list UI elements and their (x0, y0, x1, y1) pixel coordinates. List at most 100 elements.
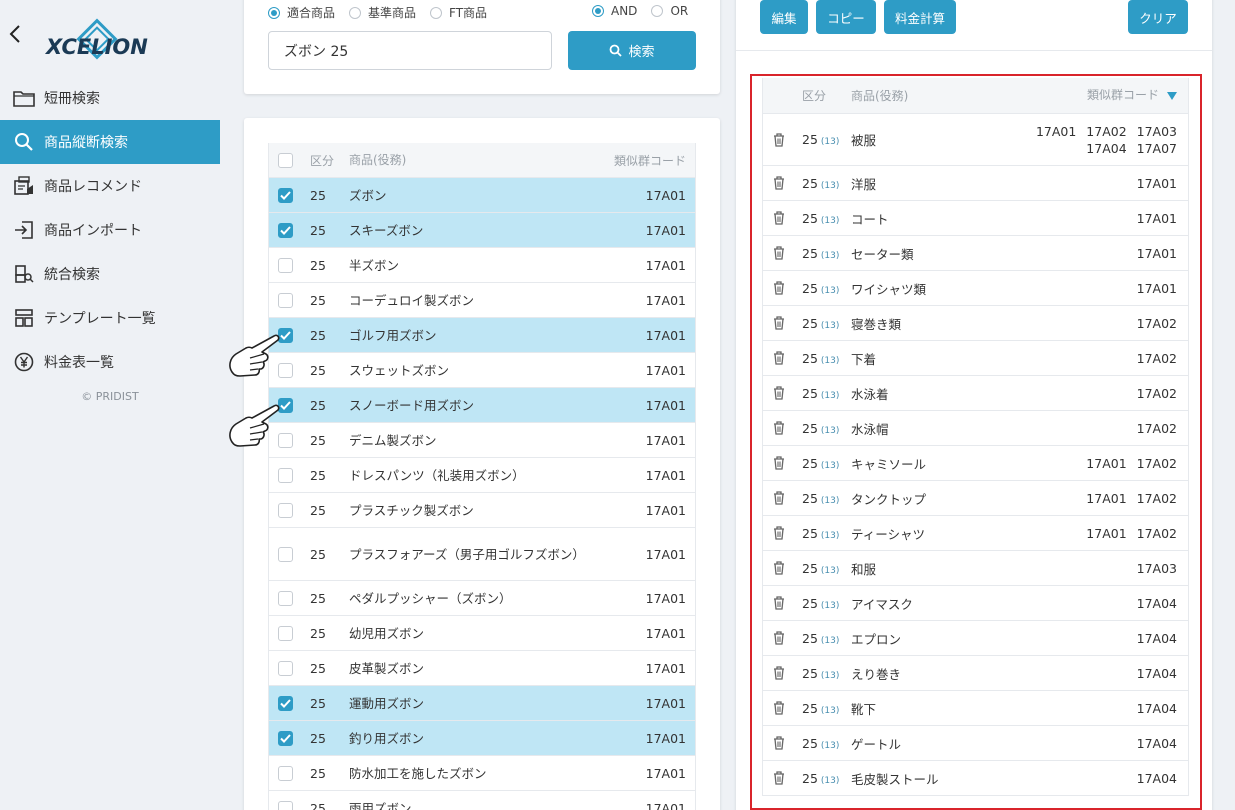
row-checkbox[interactable] (277, 222, 293, 238)
radio-option[interactable]: OR (651, 4, 688, 18)
delete-icon[interactable] (763, 771, 795, 785)
row-checkbox[interactable] (277, 502, 293, 518)
radio-option[interactable]: 基準商品 (349, 4, 416, 21)
table-row[interactable]: 25 ドレスパンツ（礼装用ズボン） 17A01 (269, 458, 695, 493)
delete-icon[interactable] (763, 631, 795, 645)
row-code: 17A04 (1136, 700, 1177, 716)
row-checkbox[interactable] (277, 546, 293, 562)
row-checkbox[interactable] (277, 257, 293, 273)
row-class: 25 (802, 560, 818, 576)
row-code: 17A01 (1136, 210, 1177, 226)
row-checkbox[interactable] (277, 292, 293, 308)
row-checkbox[interactable] (277, 187, 293, 203)
radio-button[interactable] (651, 5, 664, 17)
select-all-checkbox[interactable] (277, 152, 293, 168)
selected-row: 25 (13) 洋服 17A01 (763, 166, 1188, 201)
row-checkbox[interactable] (277, 695, 293, 711)
delete-icon[interactable] (763, 176, 795, 190)
sidebar-nav: 短冊検索 商品縦断検索 商品レコメンド 商品インポート 統合検索 テンプレート一覧 料金表一… (0, 76, 220, 384)
header-code-sort[interactable]: 類似群コード (1028, 87, 1188, 104)
delete-icon[interactable] (763, 596, 795, 610)
copy-button[interactable]: コピー (816, 0, 876, 34)
delete-icon[interactable] (763, 701, 795, 715)
radio-button[interactable] (592, 5, 604, 17)
row-product: 和服 (851, 561, 877, 577)
table-row[interactable]: 25 幼児用ズボン 17A01 (269, 616, 695, 651)
delete-icon[interactable] (763, 736, 795, 750)
row-class: 25 (802, 595, 818, 611)
table-row[interactable]: 25 スキーズボン 17A01 (269, 213, 695, 248)
row-checkbox[interactable] (277, 590, 293, 606)
row-checkbox[interactable] (277, 765, 293, 781)
radio-button[interactable] (349, 6, 362, 19)
table-row[interactable]: 25 釣り用ズボン 17A01 (269, 721, 695, 756)
delete-icon[interactable] (763, 666, 795, 680)
table-row[interactable]: 25 ペダルプッシャー（ズボン） 17A01 (269, 581, 695, 616)
row-product: 半ズボン (349, 257, 400, 273)
row-class: 25 (310, 327, 326, 343)
selected-row: 25 (13) エプロン 17A04 (763, 621, 1188, 656)
selected-row: 25 (13) ゲートル 17A04 (763, 726, 1188, 761)
table-row[interactable]: 25 プラスチック製ズボン 17A01 (269, 493, 695, 528)
table-row[interactable]: 25 皮革製ズボン 17A01 (269, 651, 695, 686)
table-row[interactable]: 25 半ズボン 17A01 (269, 248, 695, 283)
row-checkbox[interactable] (277, 730, 293, 746)
radio-label: 適合商品 (287, 6, 336, 20)
table-row[interactable]: 25 プラスフォアーズ（男子用ゴルフズボン） 17A01 (269, 528, 695, 581)
delete-icon[interactable] (763, 351, 795, 365)
table-row[interactable]: 25 スノーボード用ズボン 17A01 (269, 388, 695, 423)
table-row[interactable]: 25 ゴルフ用ズボン 17A01 (269, 318, 695, 353)
radio-button[interactable] (268, 6, 280, 19)
radio-option[interactable]: AND (592, 4, 637, 18)
table-row[interactable]: 25 デニム製ズボン 17A01 (269, 423, 695, 458)
fee-calc-button[interactable]: 料金計算 (884, 0, 956, 34)
row-product: ドレスパンツ（礼装用ズボン） (349, 467, 525, 483)
sidebar-item[interactable]: 料金表一覧 (0, 340, 220, 384)
row-product: ティーシャツ (851, 526, 926, 542)
table-row[interactable]: 25 防水加工を施したズボン 17A01 (269, 756, 695, 791)
back-arrow-icon[interactable] (8, 24, 26, 46)
sidebar-item[interactable]: 商品インポート (0, 208, 220, 252)
sidebar-item[interactable]: 短冊検索 (0, 76, 220, 120)
search-input[interactable] (268, 31, 552, 70)
delete-icon[interactable] (763, 211, 795, 225)
radio-option[interactable]: 適合商品 (268, 4, 335, 21)
sidebar-item[interactable]: 統合検索 (0, 252, 220, 296)
delete-icon[interactable] (763, 281, 795, 295)
radio-option[interactable]: FT商品 (430, 4, 487, 21)
table-row[interactable]: 25 コーデュロイ製ズボン 17A01 (269, 283, 695, 318)
delete-icon[interactable] (763, 132, 795, 147)
row-class: 25 (310, 467, 326, 483)
delete-icon[interactable] (763, 386, 795, 400)
table-row[interactable]: 25 ズボン 17A01 (269, 178, 695, 213)
table-row[interactable]: 25 雨用ズボン 17A01 (269, 791, 695, 810)
sidebar-item[interactable]: テンプレート一覧 (0, 296, 220, 340)
delete-icon[interactable] (763, 316, 795, 330)
row-subclass: (13) (820, 460, 840, 471)
row-product: エプロン (851, 631, 902, 647)
sidebar-item[interactable]: 商品縦断検索 (0, 120, 220, 164)
row-class: 25 (802, 700, 818, 716)
edit-button[interactable]: 編集 (760, 0, 808, 34)
delete-icon[interactable] (763, 561, 795, 575)
delete-icon[interactable] (763, 456, 795, 470)
row-checkbox[interactable] (277, 800, 293, 810)
row-class: 25 (802, 210, 818, 226)
row-checkbox[interactable] (277, 467, 293, 483)
row-product: 釣り用ズボン (349, 730, 425, 746)
row-class: 25 (802, 630, 818, 646)
delete-icon[interactable] (763, 421, 795, 435)
row-code: 17A04 (1136, 665, 1177, 681)
radio-button[interactable] (430, 6, 443, 19)
delete-icon[interactable] (763, 246, 795, 260)
search-button[interactable]: 検索 (568, 31, 696, 70)
row-checkbox[interactable] (277, 625, 293, 641)
table-row[interactable]: 25 運動用ズボン 17A01 (269, 686, 695, 721)
clear-button[interactable]: クリア (1128, 0, 1188, 34)
row-checkbox[interactable] (277, 660, 293, 676)
sidebar-item[interactable]: 商品レコメンド (0, 164, 220, 208)
delete-icon[interactable] (763, 491, 795, 505)
table-row[interactable]: 25 スウェットズボン 17A01 (269, 353, 695, 388)
row-code: 17A02 (1136, 315, 1177, 331)
delete-icon[interactable] (763, 526, 795, 540)
